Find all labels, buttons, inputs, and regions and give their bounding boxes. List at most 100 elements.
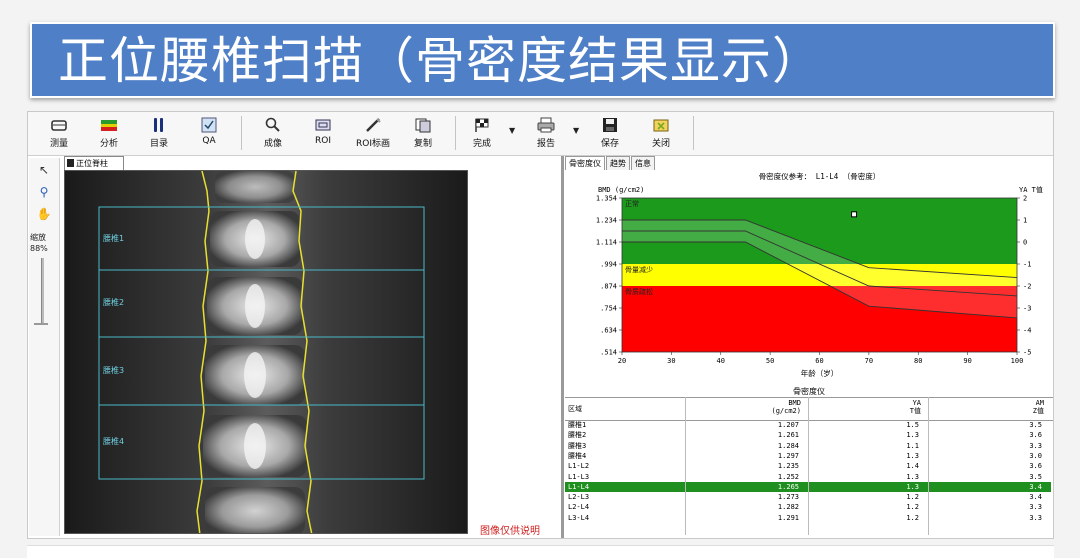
table-cell-bmd: 1.284 (777, 441, 799, 450)
imaging-icon (265, 117, 280, 132)
save-button[interactable]: 保存 (587, 115, 633, 153)
table-cell-region: L1-L4 (568, 482, 590, 491)
table-cell-bmd: 1.273 (777, 493, 799, 502)
finish-button[interactable]: 完成 (459, 115, 505, 153)
x-tick-label: 100 (1011, 357, 1024, 365)
printer-icon (537, 117, 555, 133)
scan-image-panel: 正位脊柱 腰椎1 腰椎2 腰椎3 腰椎4 图像仅供说明 (61, 156, 560, 537)
table-cell-t: 1.3 (906, 451, 919, 460)
y2-tick-label: 2 (1023, 195, 1027, 203)
zoom-label: 缩放 (30, 233, 46, 242)
table-cell-bmd: 1.235 (777, 462, 799, 471)
spine-xray-image[interactable]: 腰椎1 腰椎2 腰椎3 腰椎4 (64, 170, 468, 534)
y2-tick-label: -2 (1023, 283, 1031, 291)
toolbar: 测量 分析 目录 QA 成像 ROI ROI标画 复制 完成 ▼ 报告 ▼ 保存… (28, 112, 1053, 156)
x-tick-label: 80 (914, 357, 922, 365)
column-divider (928, 397, 929, 535)
report-button[interactable]: 报告 (523, 115, 569, 153)
table-cell-z: 3.4 (1029, 493, 1042, 502)
close-folder-icon (653, 119, 669, 132)
table-cell-z: 3.3 (1029, 513, 1042, 522)
table-cell-t: 1.1 (906, 441, 919, 450)
copy-button[interactable]: 复制 (400, 115, 446, 153)
tab-icon (67, 159, 74, 167)
table-cell-z: 3.3 (1029, 441, 1042, 450)
results-tabs: 骨密度仪 趋势 信息 (565, 156, 656, 170)
zoom-icon[interactable]: ⚲ (36, 184, 52, 200)
table-cell-region: L2-L4 (568, 503, 590, 512)
toolbar-separator (455, 116, 456, 150)
tab-ap-spine[interactable]: 正位脊柱 (64, 156, 124, 170)
table-cell-region: L3-L4 (568, 513, 590, 522)
table-cell-region: L1-L2 (568, 462, 590, 471)
vertebra-label: 腰椎1 (103, 233, 124, 243)
zone-label: 骨量减少 (625, 265, 653, 274)
roi-button[interactable]: ROI (300, 115, 346, 153)
x-tick-label: 60 (815, 357, 823, 365)
finish-dropdown-arrow[interactable]: ▼ (509, 126, 515, 135)
catalog-button[interactable]: 目录 (136, 115, 182, 153)
analyze-button[interactable]: 分析 (86, 115, 132, 153)
table-cell-z: 3.6 (1029, 462, 1042, 471)
x-tick-label: 40 (717, 357, 725, 365)
y-tick-label: .994 (600, 261, 617, 269)
vertebra-label: 腰椎2 (103, 297, 124, 307)
vertebra-label: 腰椎3 (103, 365, 124, 375)
x-tick-label: 50 (766, 357, 774, 365)
qa-button[interactable]: QA (186, 115, 232, 153)
y2-tick-label: -1 (1023, 261, 1031, 269)
table-cell-z: 3.5 (1029, 472, 1042, 481)
pointer-icon[interactable]: ↖ (36, 162, 52, 178)
x-tick-label: 70 (865, 357, 873, 365)
y-tick-label: .634 (600, 327, 617, 335)
tab-trend[interactable]: 趋势 (606, 156, 630, 170)
imaging-button[interactable]: 成像 (250, 115, 296, 153)
left-toolbox: ↖ ⚲ ✋ 缩放 88% (29, 158, 60, 536)
y2-tick-label: -4 (1023, 327, 1031, 335)
y-tick-label: .514 (600, 349, 617, 357)
panel-splitter[interactable] (561, 156, 564, 538)
x-tick-label: 30 (667, 357, 675, 365)
results-panel: 骨密度仪 趋势 信息 骨密度仪参考： L1-L4 （骨密度） BMD (g/cm2) Y… (565, 156, 1053, 538)
table-cell-z: 3.3 (1029, 503, 1042, 512)
table-cell-bmd: 1.252 (777, 472, 799, 481)
roi-draw-button[interactable]: ROI标画 (350, 115, 396, 153)
measure-icon (51, 120, 67, 131)
roi-draw-icon (366, 118, 381, 132)
measure-button[interactable]: 测量 (36, 115, 82, 153)
table-cell-bmd: 1.297 (777, 451, 799, 460)
qa-icon (201, 117, 217, 133)
table-cell-region: 腰椎4 (568, 451, 587, 460)
table-cell-bmd: 1.265 (777, 482, 799, 491)
table-cell-z: 3.4 (1029, 482, 1042, 491)
table-cell-t: 1.3 (906, 482, 919, 491)
analyze-icon (101, 120, 117, 131)
roi-icon (315, 119, 331, 131)
chart-svg: 骨密度仪参考： L1-L4 （骨密度） BMD (g/cm2) YA T值正常骨量减… (596, 171, 1043, 378)
tab-densitometry[interactable]: 骨密度仪 (565, 156, 605, 170)
report-dropdown-arrow[interactable]: ▼ (573, 126, 579, 135)
app-window: 测量 分析 目录 QA 成像 ROI ROI标画 复制 完成 ▼ 报告 ▼ 保存… (27, 111, 1054, 539)
vertebra-label: 腰椎4 (103, 436, 124, 446)
zoom-slider-base (34, 323, 48, 325)
results-table: 区域 BMD (g/cm2) YA T值 AM Z值 腰椎1 1.207 1.5 3.5 腰椎… (565, 397, 1053, 535)
x-tick-label: 90 (963, 357, 971, 365)
table-cell-t: 1.4 (906, 462, 919, 471)
y2-axis-label: YA T值 (1019, 185, 1043, 194)
table-cell-bmd: 1.261 (777, 431, 799, 440)
y2-tick-label: 1 (1023, 217, 1027, 225)
finish-flag-icon (475, 118, 489, 132)
zoom-slider[interactable] (41, 258, 44, 324)
tab-info[interactable]: 信息 (631, 156, 655, 170)
hand-pan-icon[interactable]: ✋ (36, 206, 52, 222)
zoom-label-block: 缩放 88% (30, 232, 48, 254)
table-cell-bmd: 1.207 (777, 421, 799, 429)
y-tick-label: .754 (600, 305, 617, 313)
catalog-icon (154, 118, 163, 132)
image-caption: 图像仅供说明 (480, 526, 540, 537)
toolbar-separator (241, 116, 242, 150)
patient-point (851, 211, 858, 218)
table-cell-t: 1.2 (906, 493, 919, 502)
bmd-reference-chart: 骨密度仪参考： L1-L4 （骨密度） BMD (g/cm2) YA T值 正常 骨量减… (565, 170, 1053, 386)
close-button[interactable]: 关闭 (638, 115, 684, 153)
